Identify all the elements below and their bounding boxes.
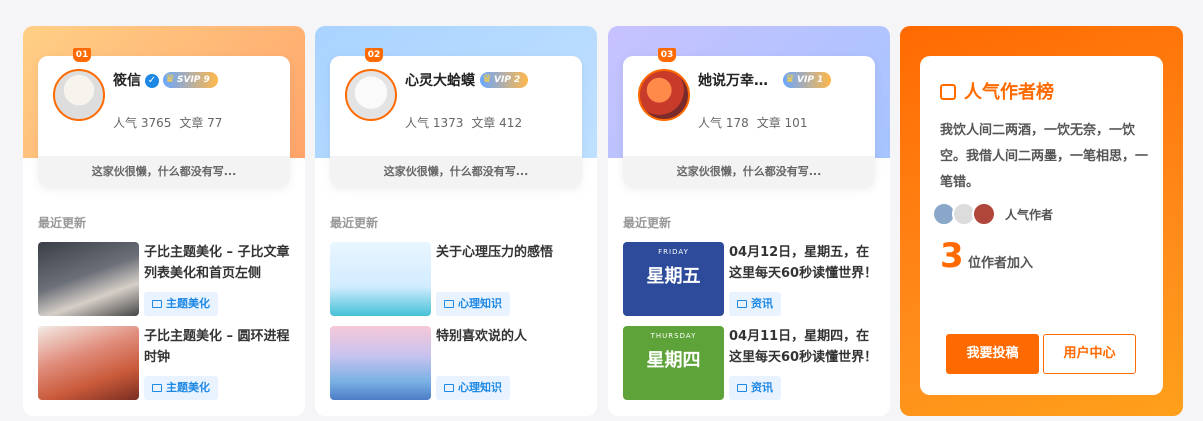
folder-icon: [152, 384, 162, 392]
verified-icon: ✓: [145, 74, 159, 88]
post-title[interactable]: 04月11日，星期四，在这里每天60秒读懂世界！: [729, 326, 879, 368]
author-stats: 人气 1373 文章 412: [405, 114, 530, 131]
author-profile: 02 心灵大蛤蟆 VIP 2 人气 1373 文章 412 这家伙很懒，什么都没有…: [330, 48, 582, 188]
author-bio: 这家伙很懒，什么都没有写...: [623, 156, 875, 188]
recent-updates-title: 最近更新: [330, 216, 379, 230]
post-item[interactable]: 关于心理压力的感悟 心理知识: [330, 242, 585, 316]
popular-authors-panel: 人气作者榜 我饮人间二两酒，一饮无奈，一饮空。我借人间二两墨，一笔相思，一笔错。…: [900, 26, 1183, 416]
category-tag[interactable]: 主题美化: [144, 292, 218, 316]
author-name[interactable]: 筱信 ✓: [113, 70, 159, 90]
post-item[interactable]: 子比主题美化 – 子比文章列表美化和首页左侧 主题美化: [38, 242, 293, 316]
category-tag[interactable]: 资讯: [729, 292, 781, 316]
post-item[interactable]: FRIDAY 星期五 04月12日，星期五，在这里每天60秒读懂世界！ 资讯: [623, 242, 878, 316]
avatar[interactable]: [345, 69, 397, 121]
edit-icon: [940, 84, 956, 100]
popular-authors-inner: 人气作者榜 我饮人间二两酒，一饮无奈，一饮空。我借人间二两墨，一笔相思，一笔错。…: [920, 56, 1163, 395]
article-count: 文章 412: [471, 116, 523, 130]
thumb-day-cn: 星期四: [646, 350, 701, 371]
category-tag[interactable]: 资讯: [729, 376, 781, 400]
folder-icon: [737, 384, 747, 392]
post-thumbnail[interactable]: [38, 242, 139, 316]
post-thumbnail[interactable]: FRIDAY 星期五: [623, 242, 724, 316]
folder-icon: [737, 300, 747, 308]
category-tag[interactable]: 心理知识: [436, 376, 510, 400]
post-title[interactable]: 子比主题美化 – 圆环进程时钟: [144, 326, 294, 368]
avatar[interactable]: [972, 202, 996, 226]
popularity: 人气 1373: [405, 116, 464, 130]
rank-badge: 02: [365, 48, 383, 62]
post-title[interactable]: 特别喜欢说的人: [436, 326, 586, 347]
post-thumbnail[interactable]: [330, 242, 431, 316]
post-thumbnail[interactable]: THURSDAY 星期四: [623, 326, 724, 400]
author-profile: 03 她说万幸… VIP 1 人气 178 文章 101 这家伙很懒，什么都没有写…: [623, 48, 875, 188]
author-bio: 这家伙很懒，什么都没有写...: [330, 156, 582, 188]
author-card-3: 03 她说万幸… VIP 1 人气 178 文章 101 这家伙很懒，什么都没有写…: [608, 26, 890, 416]
post-item[interactable]: 子比主题美化 – 圆环进程时钟 主题美化: [38, 326, 293, 400]
category-tag[interactable]: 主题美化: [144, 376, 218, 400]
vip-badge: VIP 2: [480, 71, 529, 88]
rank-badge: 01: [73, 48, 91, 62]
author-stats: 人气 178 文章 101: [698, 114, 815, 131]
folder-icon: [152, 300, 162, 308]
folder-icon: [444, 300, 454, 308]
vip-badge: SVIP 9: [163, 71, 218, 88]
author-card-2: 02 心灵大蛤蟆 VIP 2 人气 1373 文章 412 这家伙很懒，什么都没有…: [315, 26, 597, 416]
author-name[interactable]: 她说万幸…: [698, 70, 768, 90]
post-item[interactable]: THURSDAY 星期四 04月11日，星期四，在这里每天60秒读懂世界！ 资讯: [623, 326, 878, 400]
article-count: 文章 77: [179, 116, 223, 130]
recent-updates-title: 最近更新: [38, 216, 87, 230]
rank-badge: 03: [658, 48, 676, 62]
author-count: 3: [940, 236, 964, 276]
thumb-day-en: THURSDAY: [650, 332, 697, 340]
article-count: 文章 101: [756, 116, 808, 130]
user-center-button[interactable]: 用户中心: [1043, 334, 1136, 374]
post-thumbnail[interactable]: [330, 326, 431, 400]
post-title[interactable]: 04月12日，星期五，在这里每天60秒读懂世界！: [729, 242, 879, 284]
panel-quote: 我饮人间二两酒，一饮无奈，一饮空。我借人间二两墨，一笔相思，一笔错。: [940, 123, 1149, 190]
post-title[interactable]: 关于心理压力的感悟: [436, 242, 586, 263]
popular-authors-label: 人气作者: [1005, 208, 1054, 222]
thumb-day-en: FRIDAY: [658, 248, 689, 256]
submit-post-button[interactable]: 我要投稿: [946, 334, 1039, 374]
panel-title: 人气作者榜: [940, 78, 1054, 104]
folder-icon: [444, 384, 454, 392]
category-tag[interactable]: 心理知识: [436, 292, 510, 316]
avatar[interactable]: [53, 69, 105, 121]
post-thumbnail[interactable]: [38, 326, 139, 400]
author-card-1: 01 筱信✓ SVIP 9 人气 3765 文章 77 这家伙很懒，什么都没有写.…: [23, 26, 305, 416]
popularity: 人气 3765: [113, 116, 172, 130]
author-bio: 这家伙很懒，什么都没有写...: [38, 156, 290, 188]
author-name[interactable]: 心灵大蛤蟆: [405, 70, 475, 90]
recent-updates-title: 最近更新: [623, 216, 672, 230]
author-stats: 人气 3765 文章 77: [113, 114, 230, 131]
vip-badge: VIP 1: [783, 71, 832, 88]
popularity: 人气 178: [698, 116, 749, 130]
author-profile: 01 筱信✓ SVIP 9 人气 3765 文章 77 这家伙很懒，什么都没有写.…: [38, 48, 290, 188]
thumb-day-cn: 星期五: [646, 266, 701, 287]
author-join-text: 位作者加入: [968, 256, 1034, 271]
avatar[interactable]: [638, 69, 690, 121]
post-item[interactable]: 特别喜欢说的人 心理知识: [330, 326, 585, 400]
post-title[interactable]: 子比主题美化 – 子比文章列表美化和首页左侧: [144, 242, 294, 284]
